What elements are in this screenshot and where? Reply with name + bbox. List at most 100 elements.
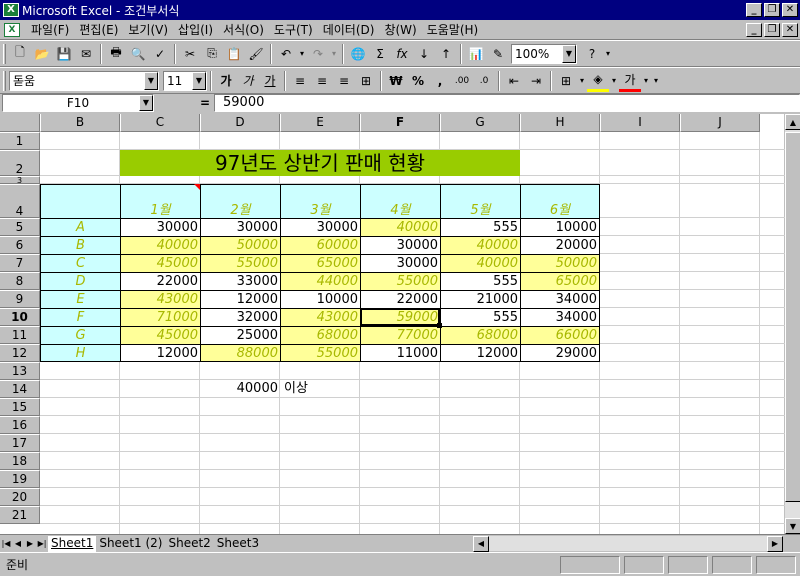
- first-sheet-icon[interactable]: |◀: [0, 537, 12, 551]
- restore-button[interactable]: ❐: [764, 3, 780, 17]
- paste-icon[interactable]: 📋: [223, 43, 245, 65]
- menu-window[interactable]: 창(W): [379, 21, 421, 38]
- row-header[interactable]: 15: [0, 398, 40, 416]
- row-header[interactable]: 8: [0, 272, 40, 290]
- function-icon[interactable]: fx: [391, 43, 413, 65]
- underline-icon[interactable]: 가: [259, 70, 281, 92]
- vertical-scrollbar[interactable]: ▲ ▼: [784, 114, 800, 534]
- chevron-down-icon[interactable]: ▼: [562, 44, 576, 63]
- month-header[interactable]: 6월: [520, 184, 600, 218]
- font-size-select[interactable]: 11 ▼: [163, 70, 207, 91]
- increase-indent-icon[interactable]: ⇥: [525, 70, 547, 92]
- row-header[interactable]: 5: [0, 218, 40, 236]
- hyperlink-icon[interactable]: 🌐: [347, 43, 369, 65]
- row-header[interactable]: 13: [0, 362, 40, 380]
- row-header[interactable]: 18: [0, 452, 40, 470]
- data-cell[interactable]: 30000: [280, 218, 360, 236]
- data-cell[interactable]: 30000: [360, 236, 440, 254]
- sort-descending-icon[interactable]: ↑: [435, 43, 457, 65]
- row-header[interactable]: 19: [0, 470, 40, 488]
- data-cell[interactable]: 10000: [280, 290, 360, 308]
- fill-handle[interactable]: [437, 323, 442, 328]
- row-header[interactable]: 7: [0, 254, 40, 272]
- row-label[interactable]: D: [40, 272, 120, 290]
- scroll-down-icon[interactable]: ▼: [785, 518, 800, 534]
- format-painter-icon[interactable]: 🖌: [245, 43, 267, 65]
- merge-center-icon[interactable]: ⊞: [355, 70, 377, 92]
- data-cell[interactable]: 88000: [200, 344, 280, 362]
- data-cell[interactable]: 71000: [120, 308, 200, 326]
- data-cell[interactable]: 55000: [280, 344, 360, 362]
- menu-file[interactable]: 파일(F): [26, 21, 74, 38]
- save-icon[interactable]: 💾: [53, 43, 75, 65]
- decrease-decimal-icon[interactable]: .0: [473, 70, 495, 92]
- percent-icon[interactable]: %: [407, 70, 429, 92]
- row-header[interactable]: 10: [0, 308, 40, 326]
- font-color-icon[interactable]: 가: [619, 70, 641, 92]
- formula-input[interactable]: 59000: [214, 94, 800, 112]
- data-cell[interactable]: 11000: [360, 344, 440, 362]
- row-header[interactable]: 3: [0, 176, 40, 185]
- criteria-value[interactable]: 40000: [200, 380, 280, 398]
- row-label[interactable]: B: [40, 236, 120, 254]
- chevron-down-icon[interactable]: ▼: [139, 95, 153, 111]
- data-cell[interactable]: 45000: [120, 326, 200, 344]
- data-cell[interactable]: 66000: [520, 326, 600, 344]
- borders-icon[interactable]: ⊞: [555, 70, 577, 92]
- minimize-button[interactable]: _: [746, 3, 762, 17]
- data-cell[interactable]: 40000: [440, 254, 520, 272]
- tab-sheet3[interactable]: Sheet3: [214, 536, 262, 552]
- tab-sheet1[interactable]: Sheet1: [48, 535, 97, 552]
- doc-restore-button[interactable]: ❐: [764, 22, 780, 37]
- toolbar-grip[interactable]: [3, 70, 6, 91]
- mail-icon[interactable]: ✉: [75, 43, 97, 65]
- column-header[interactable]: I: [600, 114, 680, 132]
- scroll-left-icon[interactable]: ◀: [473, 535, 489, 552]
- close-button[interactable]: ✕: [782, 3, 798, 17]
- font-color-dropdown-icon[interactable]: ▾: [641, 70, 651, 92]
- print-icon[interactable]: 🖶: [105, 43, 127, 65]
- row-header[interactable]: 21: [0, 506, 40, 524]
- column-header[interactable]: H: [520, 114, 600, 132]
- month-header-blank[interactable]: [40, 184, 120, 218]
- table-title[interactable]: 97년도 상반기 판매 현황: [120, 150, 520, 176]
- data-cell[interactable]: 40000: [120, 236, 200, 254]
- font-select[interactable]: 돋움 ▼: [9, 70, 159, 91]
- align-center-icon[interactable]: ≡: [311, 70, 333, 92]
- horizontal-scrollbar[interactable]: ◀ ▶: [473, 535, 783, 552]
- data-cell[interactable]: 68000: [440, 326, 520, 344]
- column-header[interactable]: G: [440, 114, 520, 132]
- help-icon[interactable]: ?: [581, 43, 603, 65]
- data-cell[interactable]: 55000: [200, 254, 280, 272]
- toolbar-options-icon[interactable]: ▾: [651, 70, 661, 92]
- undo-icon[interactable]: ↶: [275, 43, 297, 65]
- data-cell[interactable]: 22000: [360, 290, 440, 308]
- row-header[interactable]: 16: [0, 416, 40, 434]
- align-right-icon[interactable]: ≡: [333, 70, 355, 92]
- data-cell[interactable]: 12000: [120, 344, 200, 362]
- zoom-select[interactable]: 100% ▼: [511, 43, 577, 64]
- row-header[interactable]: 17: [0, 434, 40, 452]
- autosum-icon[interactable]: Σ: [369, 43, 391, 65]
- column-header[interactable]: E: [280, 114, 360, 132]
- chart-wizard-icon[interactable]: 📊: [465, 43, 487, 65]
- month-header[interactable]: 4월: [360, 184, 440, 218]
- data-cell[interactable]: 50000: [200, 236, 280, 254]
- currency-icon[interactable]: ₩: [385, 70, 407, 92]
- select-all-corner[interactable]: [0, 114, 40, 132]
- doc-minimize-button[interactable]: _: [746, 22, 762, 37]
- data-cell[interactable]: 555: [440, 272, 520, 290]
- data-cell[interactable]: 29000: [520, 344, 600, 362]
- fill-color-icon[interactable]: ◈: [587, 70, 609, 92]
- data-cell[interactable]: 10000: [520, 218, 600, 236]
- name-box[interactable]: F10 ▼: [2, 94, 154, 112]
- month-header[interactable]: 3월: [280, 184, 360, 218]
- row-label[interactable]: G: [40, 326, 120, 344]
- row-header[interactable]: 12: [0, 344, 40, 362]
- data-cell[interactable]: 43000: [120, 290, 200, 308]
- decrease-indent-icon[interactable]: ⇤: [503, 70, 525, 92]
- row-header[interactable]: 4: [0, 184, 40, 218]
- workbook-icon[interactable]: X: [4, 22, 20, 37]
- data-cell[interactable]: 30000: [200, 218, 280, 236]
- prev-sheet-icon[interactable]: ◀: [12, 537, 24, 551]
